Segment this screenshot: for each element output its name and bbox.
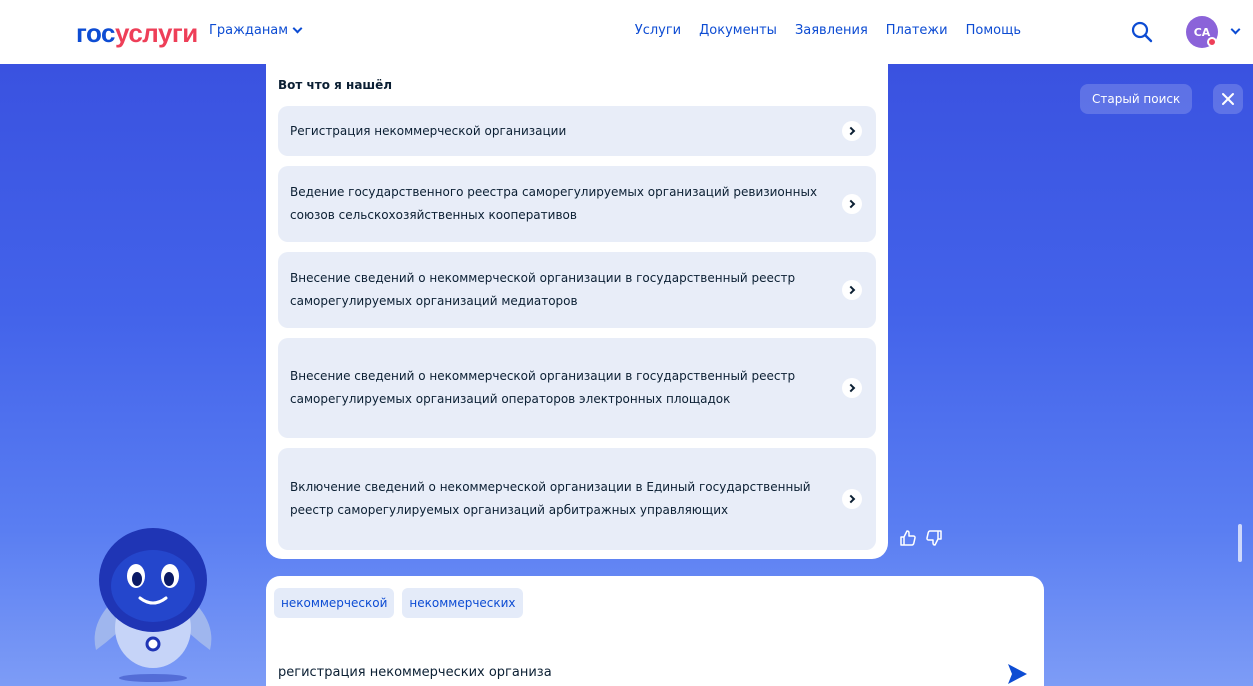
search-icon[interactable] — [1128, 18, 1156, 46]
audience-label: Гражданам — [209, 23, 289, 38]
results-title: Вот что я нашёл — [278, 78, 393, 92]
old-search-button[interactable]: Старый поиск — [1080, 84, 1193, 114]
notification-dot — [1207, 37, 1217, 47]
result-item[interactable]: Регистрация некоммерческой организации — [278, 106, 876, 156]
gosuslugi-logo[interactable]: госуслуги — [76, 18, 198, 48]
close-icon[interactable] — [1213, 84, 1243, 114]
nav-applications[interactable]: Заявления — [795, 23, 868, 38]
top-header: госуслуги Гражданам Услуги Документы Зая… — [0, 0, 1253, 64]
chevron-right-icon — [842, 489, 862, 509]
result-item-label: Включение сведений о некоммерческой орга… — [290, 480, 811, 517]
result-item-label: Внесение сведений о некоммерческой орган… — [290, 369, 796, 406]
nav-help[interactable]: Помощь — [966, 23, 1021, 38]
suggestion-chip[interactable]: некоммерческих — [402, 588, 523, 618]
search-input-card: некоммерческой некоммерческих — [266, 576, 1044, 686]
account-chevron-icon[interactable] — [1230, 24, 1241, 35]
results-card: Вот что я нашёл Регистрация некоммерческ… — [266, 64, 888, 559]
chevron-down-icon — [292, 23, 303, 34]
result-item[interactable]: Ведение государственного реестра саморег… — [278, 166, 876, 242]
result-item-label: Внесение сведений о некоммерческой орган… — [290, 271, 796, 308]
nav-payments[interactable]: Платежи — [886, 23, 948, 38]
chevron-right-icon — [842, 280, 862, 300]
nav-services[interactable]: Услуги — [635, 23, 681, 38]
result-item-label: Ведение государственного реестра саморег… — [290, 185, 818, 222]
audience-dropdown[interactable]: Гражданам — [209, 23, 303, 38]
thumbs-up-icon[interactable] — [898, 528, 918, 548]
thumbs-down-icon[interactable] — [924, 528, 944, 548]
chevron-right-icon — [842, 378, 862, 398]
send-icon[interactable] — [1004, 661, 1030, 686]
avatar-initials: СА — [1193, 25, 1211, 39]
chevron-right-icon — [842, 121, 862, 141]
chevron-right-icon — [842, 194, 862, 214]
feedback-buttons — [898, 528, 944, 548]
robot-mascot-icon — [94, 528, 212, 682]
main-nav: Услуги Документы Заявления Платежи Помощ… — [635, 23, 1021, 38]
assistant-panel: Старый поиск Вот что я нашёл Регистрация… — [0, 64, 1253, 686]
result-item[interactable]: Включение сведений о некоммерческой орга… — [278, 448, 876, 550]
suggestion-chip[interactable]: некоммерческой — [274, 588, 395, 618]
search-input[interactable] — [278, 660, 978, 684]
suggestion-chips: некоммерческой некоммерческих — [274, 588, 523, 618]
nav-documents[interactable]: Документы — [699, 23, 777, 38]
result-item[interactable]: Внесение сведений о некоммерческой орган… — [278, 338, 876, 438]
scrollbar-thumb[interactable] — [1238, 524, 1242, 562]
result-item[interactable]: Внесение сведений о некоммерческой орган… — [278, 252, 876, 328]
result-item-label: Регистрация некоммерческой организации — [290, 123, 567, 138]
